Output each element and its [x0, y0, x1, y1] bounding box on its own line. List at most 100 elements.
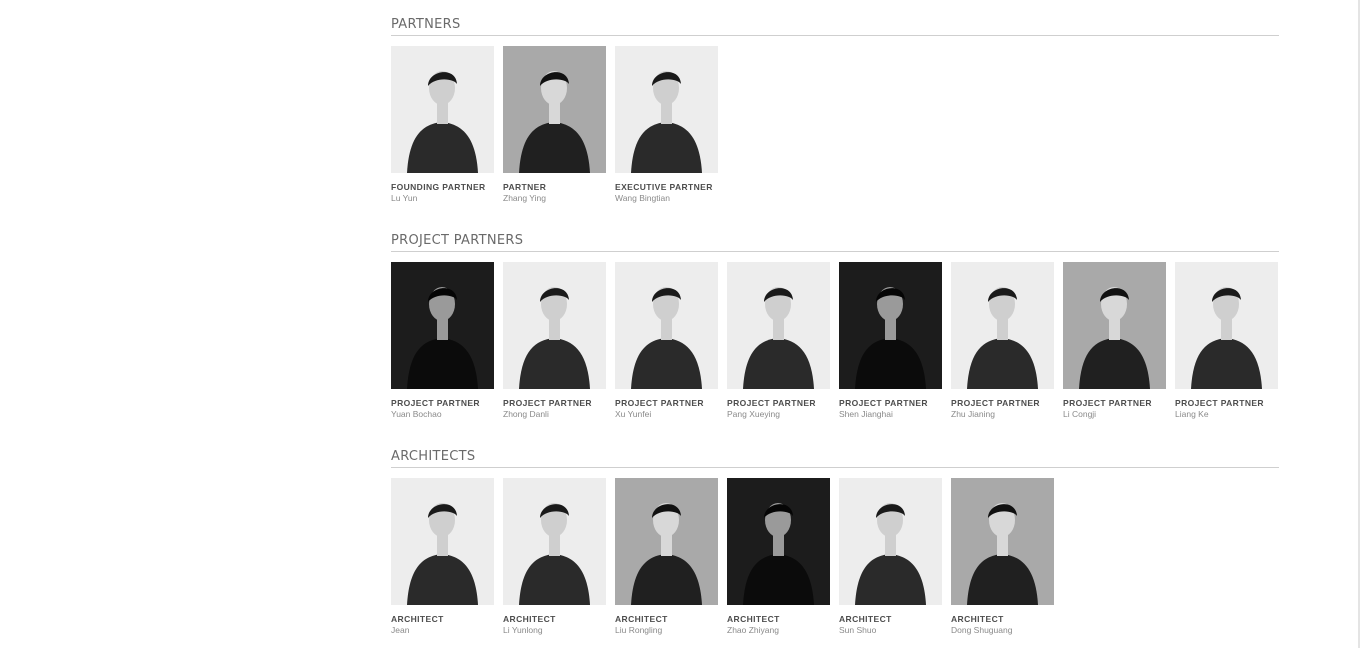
- portrait-body: [967, 554, 1038, 605]
- portrait-neck: [773, 318, 784, 340]
- portrait-silhouette: [519, 287, 590, 389]
- section-title: PROJECT PARTNERS: [391, 216, 1279, 252]
- member-photo[interactable]: [727, 478, 830, 605]
- portrait-neck: [773, 534, 784, 556]
- portrait-neck: [549, 318, 560, 340]
- member-name: Sun Shuo: [839, 625, 877, 635]
- portrait-body: [631, 338, 702, 389]
- member-photo[interactable]: [615, 478, 718, 605]
- team-page: PARTNERS FOUNDING PARTNER Lu Yun PARTNER Z…: [391, 0, 1279, 648]
- member-role: PROJECT PARTNER: [727, 398, 816, 408]
- member-photo[interactable]: [503, 46, 606, 173]
- member-card[interactable]: ARCHITECT Dong Shuguang: [951, 478, 1054, 648]
- portrait-neck: [1221, 318, 1232, 340]
- member-role: PROJECT PARTNER: [615, 398, 704, 408]
- member-card[interactable]: ARCHITECT Liu Rongling: [615, 478, 718, 648]
- member-grid: ARCHITECT Jean ARCHITECT Li Yunlong ARCHIT…: [391, 478, 1279, 648]
- member-card[interactable]: FOUNDING PARTNER Lu Yun: [391, 46, 494, 216]
- portrait-neck: [437, 534, 448, 556]
- member-name: Zhao Zhiyang: [727, 625, 779, 635]
- member-name: Liu Rongling: [615, 625, 663, 635]
- member-role: PROJECT PARTNER: [503, 398, 592, 408]
- member-card[interactable]: PROJECT PARTNER Yuan Bochao: [391, 262, 494, 432]
- portrait-body: [743, 554, 814, 605]
- portrait-neck: [549, 534, 560, 556]
- member-card[interactable]: PROJECT PARTNER Zhu Jianing: [951, 262, 1054, 432]
- member-name: Jean: [391, 625, 410, 635]
- member-name: Zhu Jianing: [951, 409, 995, 419]
- member-card[interactable]: ARCHITECT Li Yunlong: [503, 478, 606, 648]
- portrait-body: [743, 338, 814, 389]
- member-name: Lu Yun: [391, 193, 418, 203]
- member-name: Dong Shuguang: [951, 625, 1013, 635]
- member-photo[interactable]: [503, 262, 606, 389]
- portrait-silhouette: [407, 503, 478, 605]
- member-card[interactable]: PROJECT PARTNER Li Congji: [1063, 262, 1166, 432]
- portrait-silhouette: [1079, 287, 1150, 389]
- section-title: ARCHITECTS: [391, 432, 1279, 468]
- member-card[interactable]: PROJECT PARTNER Pang Xueying: [727, 262, 830, 432]
- portrait-neck: [997, 534, 1008, 556]
- member-card[interactable]: ARCHITECT Jean: [391, 478, 494, 648]
- portrait-body: [1191, 338, 1262, 389]
- member-name: Wang Bingtian: [615, 193, 670, 203]
- member-card[interactable]: PROJECT PARTNER Shen Jianghai: [839, 262, 942, 432]
- member-role: PROJECT PARTNER: [1063, 398, 1152, 408]
- member-role: ARCHITECT: [951, 614, 1004, 624]
- portrait-neck: [437, 102, 448, 124]
- portrait-body: [1079, 338, 1150, 389]
- member-role: EXECUTIVE PARTNER: [615, 182, 713, 192]
- member-grid: FOUNDING PARTNER Lu Yun PARTNER Zhang Ying…: [391, 46, 1279, 216]
- portrait-body: [407, 122, 478, 173]
- section-architects: ARCHITECTS ARCHITECT Jean ARCHITECT Li Yun…: [391, 432, 1279, 648]
- member-photo[interactable]: [839, 262, 942, 389]
- member-role: PROJECT PARTNER: [391, 398, 480, 408]
- member-photo[interactable]: [951, 478, 1054, 605]
- portrait-neck: [661, 534, 672, 556]
- portrait-neck: [661, 318, 672, 340]
- portrait-body: [855, 338, 926, 389]
- portrait-body: [407, 338, 478, 389]
- member-photo[interactable]: [615, 262, 718, 389]
- member-role: PROJECT PARTNER: [1175, 398, 1264, 408]
- portrait-neck: [1109, 318, 1120, 340]
- member-photo[interactable]: [1063, 262, 1166, 389]
- member-card[interactable]: PROJECT PARTNER Xu Yunfei: [615, 262, 718, 432]
- portrait-silhouette: [519, 503, 590, 605]
- member-name: Xu Yunfei: [615, 409, 652, 419]
- portrait-neck: [437, 318, 448, 340]
- member-card[interactable]: ARCHITECT Sun Shuo: [839, 478, 942, 648]
- member-name: Shen Jianghai: [839, 409, 893, 419]
- portrait-silhouette: [855, 503, 926, 605]
- portrait-body: [631, 122, 702, 173]
- portrait-silhouette: [407, 287, 478, 389]
- member-photo[interactable]: [951, 262, 1054, 389]
- portrait-neck: [661, 102, 672, 124]
- portrait-silhouette: [743, 287, 814, 389]
- member-photo[interactable]: [503, 478, 606, 605]
- portrait-silhouette: [855, 287, 926, 389]
- portrait-silhouette: [631, 503, 702, 605]
- portrait-body: [407, 554, 478, 605]
- member-photo[interactable]: [615, 46, 718, 173]
- member-card[interactable]: EXECUTIVE PARTNER Wang Bingtian: [615, 46, 718, 216]
- member-photo[interactable]: [391, 46, 494, 173]
- member-role: ARCHITECT: [727, 614, 780, 624]
- portrait-silhouette: [407, 71, 478, 173]
- member-photo[interactable]: [1175, 262, 1278, 389]
- member-name: Pang Xueying: [727, 409, 780, 419]
- member-card[interactable]: ARCHITECT Zhao Zhiyang: [727, 478, 830, 648]
- member-card[interactable]: PROJECT PARTNER Liang Ke: [1175, 262, 1278, 432]
- member-photo[interactable]: [727, 262, 830, 389]
- member-photo[interactable]: [391, 262, 494, 389]
- member-card[interactable]: PROJECT PARTNER Zhong Danli: [503, 262, 606, 432]
- member-photo[interactable]: [391, 478, 494, 605]
- member-card[interactable]: PARTNER Zhang Ying: [503, 46, 606, 216]
- portrait-neck: [885, 534, 896, 556]
- member-role: ARCHITECT: [503, 614, 556, 624]
- member-role: PROJECT PARTNER: [951, 398, 1040, 408]
- portrait-silhouette: [1191, 287, 1262, 389]
- section-project-partners: PROJECT PARTNERS PROJECT PARTNER Yuan Boc…: [391, 216, 1279, 432]
- member-role: ARCHITECT: [615, 614, 668, 624]
- member-photo[interactable]: [839, 478, 942, 605]
